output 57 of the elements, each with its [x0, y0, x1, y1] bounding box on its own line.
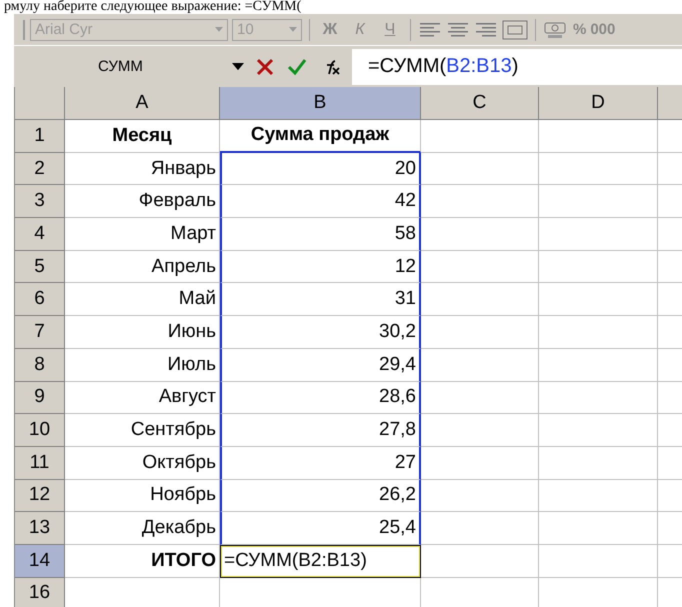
row-header[interactable]: 12: [15, 480, 65, 512]
column-header[interactable]: D: [539, 87, 658, 120]
row-header[interactable]: 14: [15, 544, 65, 578]
row-header[interactable]: 8: [15, 348, 65, 382]
document-text: рмулу наберите следующее выражение: =СУММ(: [3, 0, 302, 14]
row-header[interactable]: 5: [15, 250, 65, 284]
table-cell: Март: [65, 218, 220, 251]
table-cell: 27: [220, 446, 421, 480]
table-cell: Июнь: [65, 316, 220, 349]
table-cell: 42: [220, 185, 421, 218]
row-header[interactable]: 11: [15, 446, 65, 480]
table-cell: 29,4: [220, 348, 421, 382]
table-cell: Ноябрь: [65, 480, 220, 512]
row-header[interactable]: 7: [15, 316, 65, 349]
row-header[interactable]: 9: [15, 382, 65, 414]
row-header[interactable]: 3: [15, 185, 65, 218]
table-cell: 12: [220, 250, 421, 284]
column-header[interactable]: A: [65, 87, 220, 120]
table-cell: Август: [65, 382, 220, 414]
table-cell: 28,6: [220, 382, 421, 414]
row-header[interactable]: 1: [15, 120, 65, 153]
table-cell: Месяц: [65, 120, 220, 153]
table-cell: Май: [65, 283, 220, 316]
name-box[interactable]: СУММ: [14, 52, 254, 80]
row-header[interactable]: 16: [15, 578, 65, 607]
table-cell: Январь: [65, 152, 220, 186]
table-cell: ИТОГО: [65, 544, 220, 578]
dropdown-arrow-icon[interactable]: [232, 62, 244, 70]
row-header[interactable]: 6: [15, 283, 65, 316]
table-cell: Декабрь: [65, 512, 220, 545]
column-header[interactable]: B: [220, 87, 421, 120]
toolbar-grip-icon: [22, 20, 26, 40]
align-left-icon[interactable]: [418, 20, 442, 38]
table-cell: 31: [220, 283, 421, 316]
table-cell: 58: [220, 218, 421, 251]
table-cell: Сентябрь: [65, 414, 220, 447]
table-cell: 26,2: [220, 480, 421, 512]
row-header[interactable]: 10: [15, 414, 65, 447]
table-cell: Сумма продаж: [220, 120, 421, 153]
table-cell: Июль: [65, 348, 220, 382]
column-header[interactable]: C: [421, 87, 539, 120]
table-cell: 30,2: [220, 316, 421, 349]
align-center-icon[interactable]: [446, 20, 470, 38]
table-cell: 20: [220, 152, 421, 186]
formula-input[interactable]: =СУММ(B2:B13): [352, 48, 682, 84]
merge-center-icon[interactable]: [502, 20, 528, 40]
table-cell: 25,4: [220, 512, 421, 545]
table-cell: Февраль: [65, 185, 220, 218]
table-cell: Апрель: [65, 250, 220, 284]
row-header[interactable]: 4: [15, 218, 65, 251]
table-cell: 27,8: [220, 414, 421, 447]
row-header[interactable]: 13: [15, 512, 65, 545]
row-header[interactable]: 2: [15, 152, 65, 186]
cancel-icon[interactable]: [254, 56, 276, 76]
table-cell: Октябрь: [65, 446, 220, 480]
editing-cell[interactable]: =СУММ(B2:B13): [220, 544, 421, 578]
align-right-icon[interactable]: [474, 20, 498, 38]
